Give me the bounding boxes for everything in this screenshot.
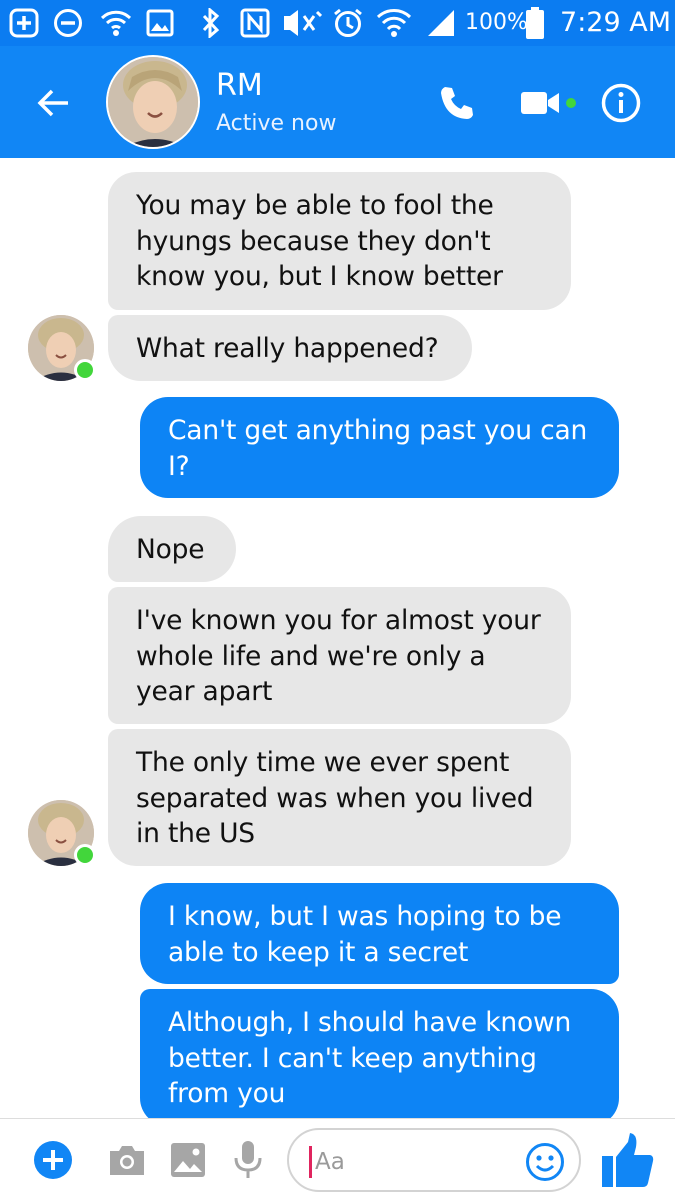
wifi-icon (374, 0, 414, 46)
battery-percent: 100% (465, 10, 528, 35)
camera-icon[interactable] (104, 1137, 150, 1183)
sender-avatar[interactable] (28, 800, 96, 866)
avatar[interactable] (106, 55, 200, 149)
wifi-call-icon (96, 0, 136, 46)
plus-box-icon (6, 0, 42, 46)
message-bubble-incoming[interactable]: I've known you for almost your whole lif… (108, 587, 571, 724)
phone-icon[interactable] (434, 80, 480, 126)
image-icon (144, 0, 176, 46)
nfc-icon (238, 0, 272, 46)
message-bubble-outgoing[interactable]: Can't get anything past you can I? (140, 397, 619, 498)
minus-circle-icon (50, 0, 86, 46)
info-icon[interactable] (598, 80, 644, 126)
input-placeholder: Aa (315, 1149, 345, 1175)
contact-name: RM (216, 68, 263, 103)
video-active-dot (566, 98, 576, 108)
message-bubble-incoming[interactable]: You may be able to fool the hyungs becau… (108, 172, 571, 310)
online-indicator (74, 359, 96, 381)
message-composer: Aa (0, 1118, 675, 1200)
message-input[interactable]: Aa (287, 1128, 581, 1192)
battery-icon (524, 0, 546, 46)
conversation-header: RM Active now (0, 46, 675, 158)
emoji-icon[interactable] (523, 1140, 567, 1184)
plus-circle-icon[interactable] (30, 1137, 76, 1183)
alarm-icon (330, 0, 366, 46)
status-time: 7:29 AM (560, 7, 671, 38)
microphone-icon[interactable] (225, 1137, 271, 1183)
sender-avatar[interactable] (28, 315, 96, 381)
presence-status: Active now (216, 111, 337, 136)
mute-icon (280, 0, 324, 46)
back-arrow-icon[interactable] (28, 80, 78, 126)
gallery-icon[interactable] (165, 1137, 211, 1183)
thumbs-up-icon[interactable] (598, 1129, 658, 1191)
message-bubble-incoming[interactable]: What really happened? (108, 315, 472, 381)
video-camera-icon[interactable] (516, 80, 564, 126)
bluetooth-icon (198, 0, 224, 46)
message-bubble-incoming[interactable]: The only time we ever spent separated wa… (108, 729, 571, 866)
signal-icon (424, 0, 458, 46)
message-bubble-outgoing[interactable]: I know, but I was hoping to be able to k… (140, 883, 619, 984)
message-bubble-incoming[interactable]: Nope (108, 516, 236, 582)
message-bubble-outgoing[interactable]: Although, I should have known better. I … (140, 989, 619, 1126)
text-caret (309, 1146, 312, 1178)
status-bar: 100% 7:29 AM (0, 0, 675, 46)
online-indicator (74, 844, 96, 866)
message-thread[interactable]: You may be able to fool the hyungs becau… (0, 158, 675, 1126)
